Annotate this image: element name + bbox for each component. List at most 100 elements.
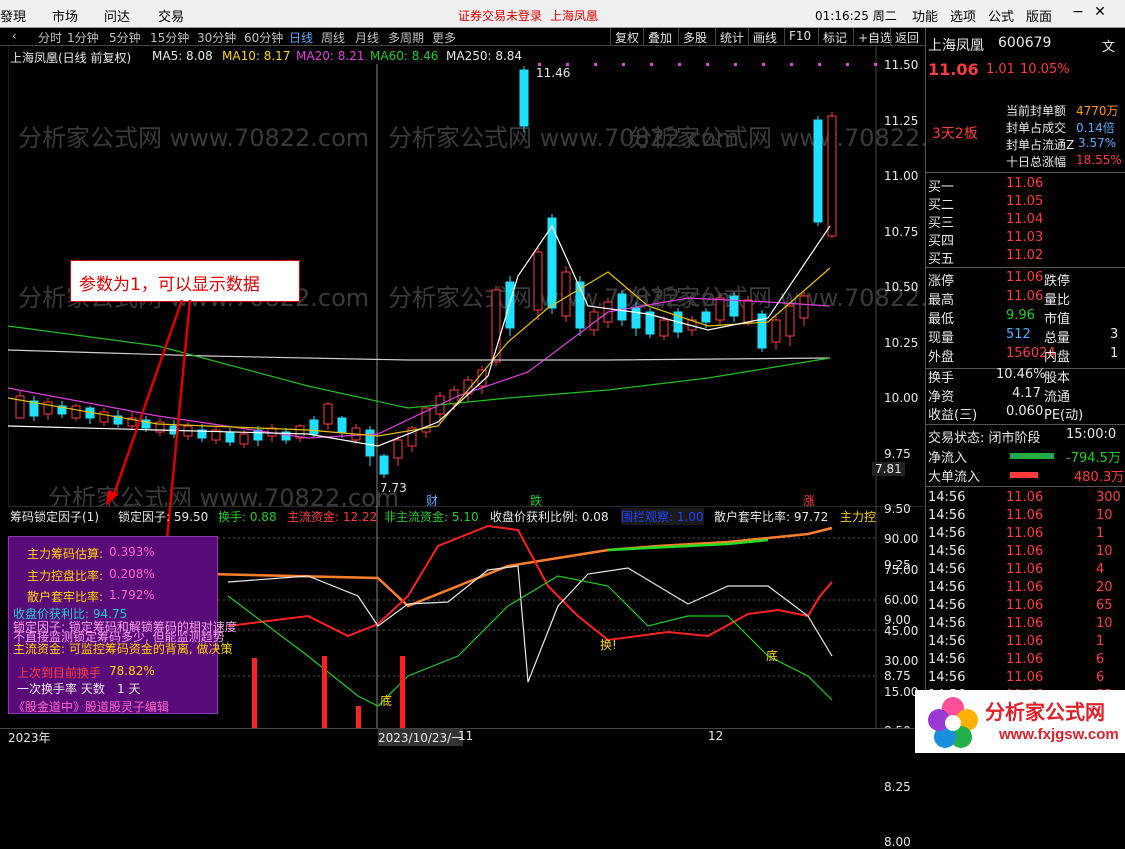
- ov-turnover-label: 上次到目前换手: [17, 666, 102, 680]
- tick-volume: 1: [1096, 634, 1105, 649]
- limit-tag: 3天2板: [932, 126, 978, 142]
- minimize-icon[interactable]: −: [1068, 4, 1088, 24]
- stat-value: 512: [1006, 327, 1031, 342]
- tick-price: 11.06: [1006, 508, 1044, 523]
- seal-turnover-label: 封单占成交: [1006, 121, 1067, 135]
- logo-text: 分析家公式网: [985, 700, 1105, 724]
- month-label: 11: [458, 729, 474, 743]
- turnover-value: 换手: 0.88: [218, 510, 277, 524]
- ov-days-value: 1 天: [117, 682, 141, 696]
- tick-price: 11.06: [1006, 652, 1044, 667]
- indicator-tick: 90.00: [884, 532, 919, 546]
- price-change-pct: 10.05%: [1020, 62, 1070, 77]
- tick-volume: 20: [1096, 580, 1113, 595]
- last-price: 11.06: [928, 60, 979, 79]
- stat-label: 跌停: [1044, 274, 1071, 289]
- main-funds-line-green: [607, 538, 769, 552]
- ten-day-label: 十日总涨幅: [1006, 155, 1067, 169]
- ov-main-ctrl-value: 0.208%: [109, 567, 155, 581]
- tick-volume: 10: [1096, 544, 1113, 559]
- signal-bar: [322, 656, 327, 728]
- tick-time: 14:56: [928, 598, 966, 613]
- ov-note-funds: 主流资金: 可监控筹码资金的背离, 做决策: [13, 642, 233, 656]
- bid-price: 11.02: [1006, 248, 1044, 263]
- flower-logo-icon: [928, 697, 978, 748]
- net-inflow-bar: [1010, 453, 1054, 459]
- bid-label: 买四: [928, 234, 955, 249]
- eps-value: 0.060: [1006, 404, 1044, 419]
- ov-retail-label: 散户套牢比率:: [27, 590, 104, 604]
- tick-time: 14:56: [928, 508, 966, 523]
- stat-value: 9.96: [1006, 308, 1035, 323]
- eps-label: 收益(三): [928, 408, 978, 423]
- tick-time: 14:56: [928, 490, 966, 505]
- tick-time: 14:56: [928, 544, 966, 559]
- tick-time: 14:56: [928, 580, 966, 595]
- menu-layout[interactable]: 版面: [1026, 6, 1052, 25]
- tick-time: 14:56: [928, 670, 966, 685]
- tick-price: 11.06: [1006, 670, 1044, 685]
- bid-price: 11.04: [1006, 212, 1044, 227]
- non-main-funds-value: 非主流资金: 5.10: [384, 510, 479, 524]
- indicator-tick: 45.00: [884, 623, 919, 638]
- di-signal: 底: [766, 649, 779, 663]
- signal-bar: [400, 656, 405, 728]
- seal-float-label: 封单占流通Z: [1006, 138, 1075, 152]
- price-tick: 8.00: [884, 835, 911, 849]
- tick-volume: 10: [1096, 616, 1113, 631]
- big-inflow-bar: [1010, 472, 1038, 478]
- ten-day: 18.55%: [1076, 153, 1122, 167]
- net-inflow-label: 净流入: [928, 451, 968, 466]
- ov-main-chip-value: 0.393%: [109, 545, 155, 559]
- menu-options[interactable]: 选项: [950, 6, 976, 25]
- bid-label: 买三: [928, 216, 955, 231]
- tick-price: 11.06: [1006, 580, 1044, 595]
- side-tab[interactable]: 文: [1102, 36, 1115, 55]
- stat-value: 11.06: [1006, 270, 1044, 285]
- tick-volume: 65: [1096, 598, 1113, 613]
- bid-price: 11.05: [1006, 194, 1044, 209]
- pe-label: PE(动): [1044, 408, 1084, 423]
- menu-formula[interactable]: 公式: [988, 6, 1014, 25]
- bid-label: 买一: [928, 180, 955, 195]
- ov-author: 《股金道中》股道股灵子编辑: [13, 700, 170, 714]
- big-inflow: 480.3万: [1074, 470, 1125, 485]
- stat-value: 1: [1110, 346, 1119, 361]
- ov-main-ctrl-label: 主力控盘比率:: [27, 569, 104, 583]
- tick-time: 14:56: [928, 526, 966, 541]
- trade-status: 交易状态: 闭市阶段: [928, 431, 1041, 446]
- stat-label: 量比: [1044, 293, 1071, 308]
- month-label: 12: [708, 729, 724, 743]
- stat-value: 3: [1110, 327, 1119, 342]
- price-change: 1.01: [986, 62, 1015, 77]
- float-label: 流通: [1044, 390, 1071, 405]
- stat-label: 现量: [928, 331, 955, 346]
- bid-price: 11.03: [1006, 230, 1044, 245]
- year-label: 2023年: [8, 731, 51, 745]
- ov-days-label: 一次换手率 天数: [17, 682, 105, 696]
- tick-volume: 4: [1096, 562, 1105, 577]
- stock-code: 600679: [998, 35, 1052, 51]
- net-inflow: -794.5万: [1066, 451, 1121, 466]
- stat-value: 11.06: [1006, 289, 1044, 304]
- seal-turnover: 0.14倍: [1076, 121, 1115, 135]
- profit-ratio-value: 收盘价获利比例: 0.08: [490, 510, 609, 524]
- tick-volume: 300: [1096, 490, 1121, 505]
- main-funds-value: 主流资金: 12.22: [287, 510, 378, 524]
- big-inflow-label: 大单流入: [928, 470, 981, 485]
- seal-float: 3.57%: [1078, 136, 1117, 150]
- stat-label: 市值: [1044, 312, 1071, 327]
- indicator-name[interactable]: 筹码锁定因子(1): [10, 508, 99, 525]
- quote-panel: 上海凤凰 600679 文 11.06 1.01 10.05% 3天2板 当前封…: [925, 28, 1125, 753]
- fence-value: 围栏观察: 1.00: [621, 508, 704, 525]
- close-icon[interactable]: ✕: [1090, 4, 1110, 24]
- ov-main-chip-label: 主力筹码估算:: [27, 547, 104, 561]
- indicator-overlay-box: 主力筹码估算: 0.393% 主力控盘比率: 0.208% 散户套牢比率: 1.…: [8, 536, 237, 714]
- tick-time: 14:56: [928, 616, 966, 631]
- status-time: 15:00:0: [1066, 427, 1117, 442]
- site-logo: 分析家公式网 www.fxjgsw.com: [915, 690, 1125, 753]
- stat-label: 内盘: [1044, 350, 1071, 365]
- turnover-line: [227, 575, 833, 707]
- tick-volume: 6: [1096, 670, 1105, 685]
- tick-price: 11.06: [1006, 634, 1044, 649]
